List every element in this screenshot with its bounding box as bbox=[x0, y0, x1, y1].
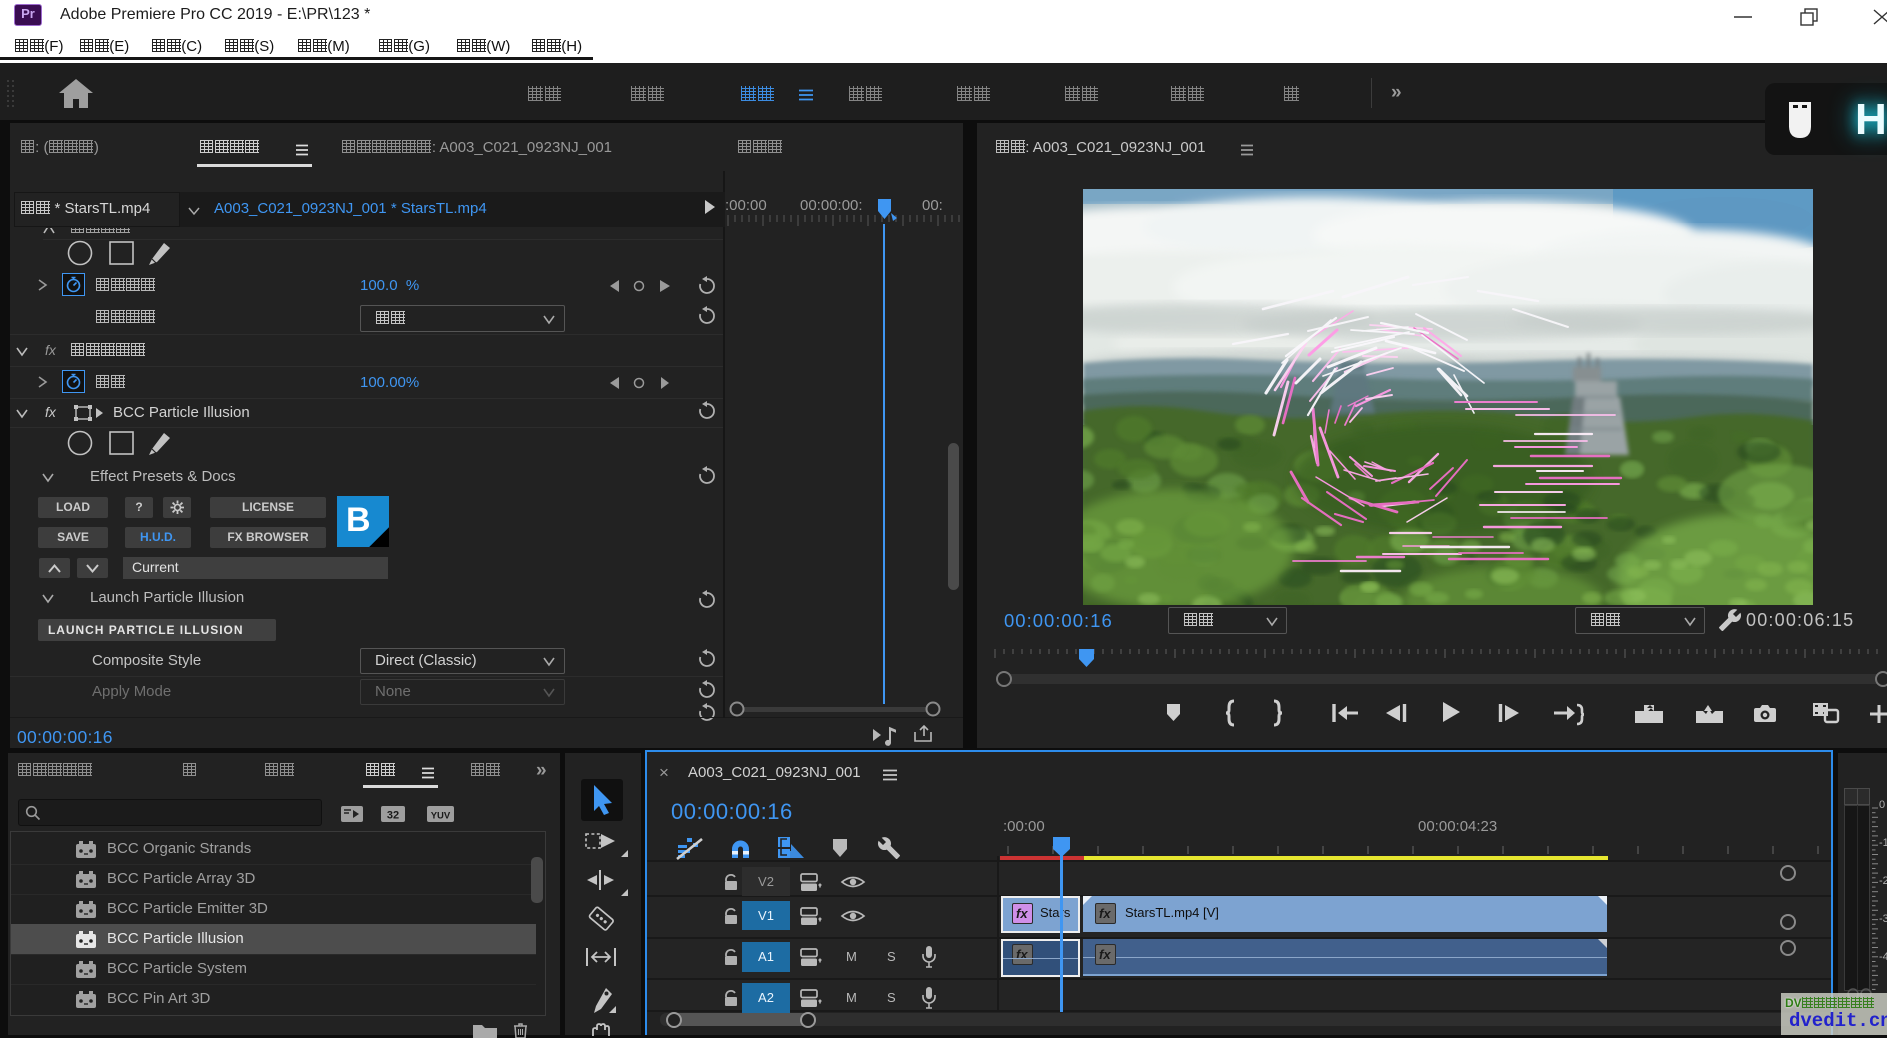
svg-text:32: 32 bbox=[387, 810, 399, 822]
svg-text:YUV: YUV bbox=[431, 811, 451, 822]
